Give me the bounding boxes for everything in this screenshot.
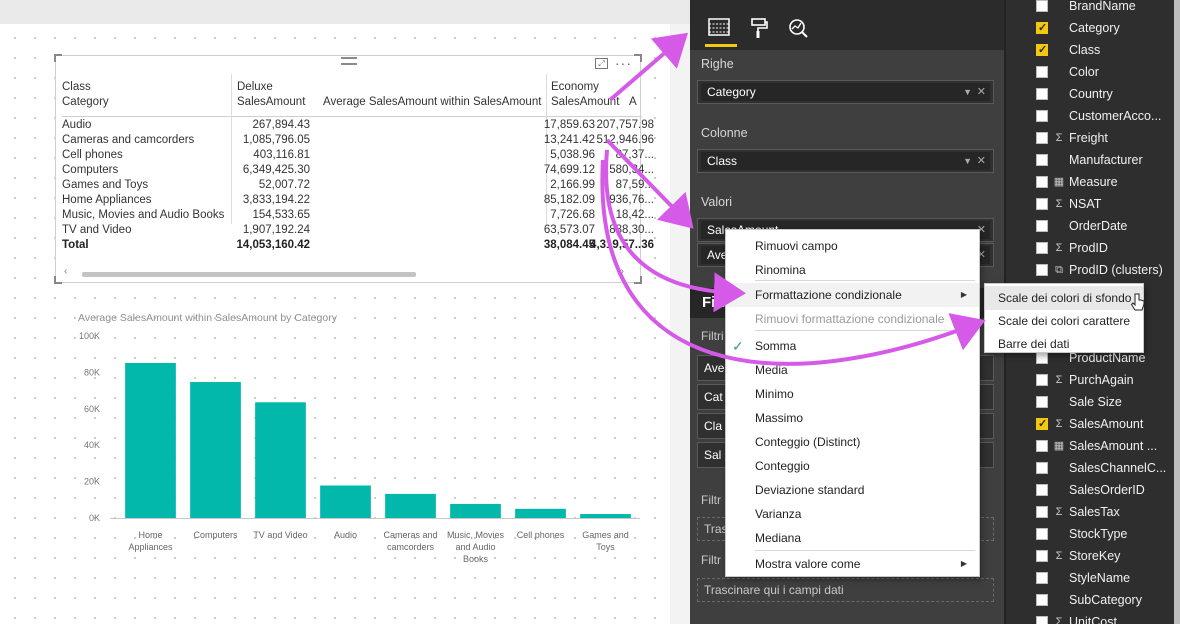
arrow-to-conditional-formatting xyxy=(604,149,746,313)
app-root: ⤢ ··· Class Category Deluxe SalesAmount … xyxy=(0,0,1180,624)
arrow-to-values-well xyxy=(605,138,694,229)
arrow-to-table-icon xyxy=(608,32,689,102)
annotation-arrows xyxy=(600,32,986,366)
